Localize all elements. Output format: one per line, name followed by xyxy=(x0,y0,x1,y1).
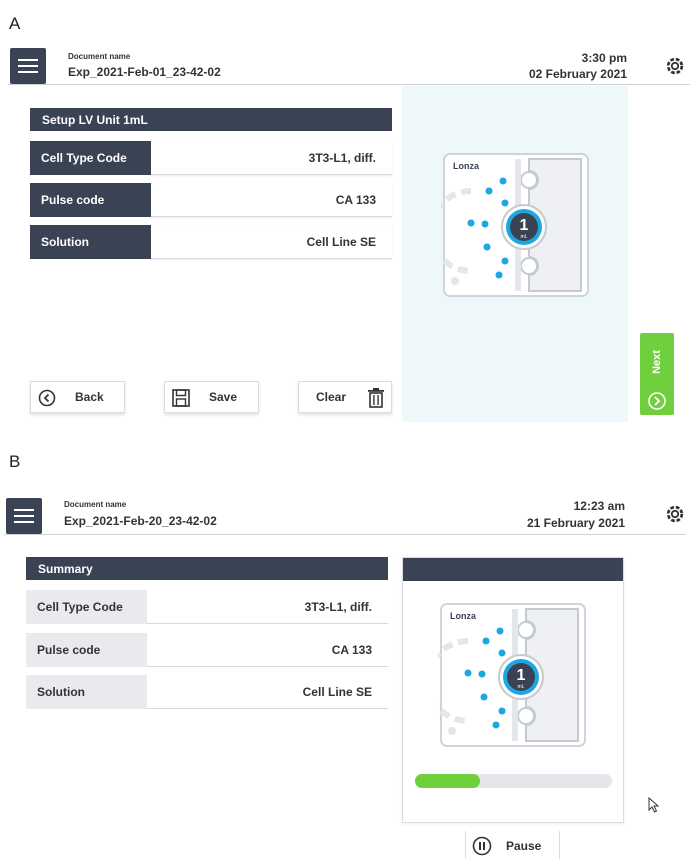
row-value: 3T3-L1, diff. xyxy=(147,590,388,624)
next-arrow-icon xyxy=(648,392,666,410)
next-label: Next xyxy=(651,350,663,374)
menu-icon-line xyxy=(14,521,34,523)
clock-time: 12:23 am xyxy=(573,499,625,513)
save-button[interactable]: Save xyxy=(164,381,259,413)
row-value: CA 133 xyxy=(151,183,392,217)
clock-date: 21 February 2021 xyxy=(526,516,625,530)
mouse-cursor-icon xyxy=(648,797,660,813)
back-label: Back xyxy=(75,390,104,404)
row-label: Cell Type Code xyxy=(26,590,147,624)
back-arrow-icon xyxy=(38,389,56,407)
document-name: Exp_2021-Feb-01_23-42-02 xyxy=(68,65,221,79)
save-icon xyxy=(172,389,190,407)
table-row[interactable]: Solution Cell Line SE xyxy=(30,225,392,259)
menu-button[interactable] xyxy=(10,48,46,84)
pause-icon xyxy=(472,836,492,856)
trash-icon xyxy=(368,388,384,408)
pause-button[interactable]: Pause xyxy=(465,831,560,859)
top-bar: Document name Exp_2021-Feb-01_23-42-02 3… xyxy=(8,47,690,85)
row-value: 3T3-L1, diff. xyxy=(151,141,392,175)
menu-icon-line xyxy=(18,65,38,67)
table-row[interactable]: Pulse code CA 133 xyxy=(30,183,392,217)
cuvette-illustration: 1 mL Lonza xyxy=(438,603,586,747)
document-name-label: Document name xyxy=(64,500,127,509)
cuvette-brand: Lonza xyxy=(453,161,480,171)
menu-icon xyxy=(14,509,34,511)
gear-icon[interactable] xyxy=(664,55,686,77)
menu-button[interactable] xyxy=(6,498,42,534)
progress-bar xyxy=(415,774,612,788)
menu-icon xyxy=(18,59,38,61)
cuvette-unit: mL xyxy=(518,684,525,690)
row-value: Cell Line SE xyxy=(151,225,392,259)
clear-button[interactable]: Clear xyxy=(298,381,392,413)
menu-icon-line xyxy=(18,71,38,73)
cuvette-unit: mL xyxy=(521,234,528,240)
menu-icon-line xyxy=(14,515,34,517)
row-label: Pulse code xyxy=(26,633,147,667)
table-row: Solution Cell Line SE xyxy=(26,675,388,709)
progress-bar-fill xyxy=(415,774,480,788)
table-row[interactable]: Cell Type Code 3T3-L1, diff. xyxy=(30,141,392,175)
row-label: Pulse code xyxy=(30,183,151,217)
progress-card-header xyxy=(403,558,623,581)
clock-date: 02 February 2021 xyxy=(528,67,627,81)
clear-label: Clear xyxy=(316,390,347,404)
cuvette-brand: Lonza xyxy=(450,611,477,621)
row-label: Cell Type Code xyxy=(30,141,151,175)
row-value: Cell Line SE xyxy=(147,675,388,709)
cuvette-volume: 1 xyxy=(520,217,529,234)
table-row: Pulse code CA 133 xyxy=(26,633,388,667)
panel-label-a: A xyxy=(9,14,21,33)
save-label: Save xyxy=(209,390,238,404)
cuvette-illustration: 1 mL Lonza xyxy=(441,153,589,297)
document-name: Exp_2021-Feb-20_23-42-02 xyxy=(64,514,217,528)
section-title: Summary xyxy=(26,557,388,580)
cuvette-volume: 1 xyxy=(517,667,526,684)
pause-label: Pause xyxy=(506,839,542,853)
document-name-label: Document name xyxy=(68,52,131,61)
clock-time: 3:30 pm xyxy=(581,51,627,65)
next-button[interactable]: Next xyxy=(640,333,674,415)
row-value: CA 133 xyxy=(147,633,388,667)
row-label: Solution xyxy=(26,675,147,709)
table-row: Cell Type Code 3T3-L1, diff. xyxy=(26,590,388,624)
back-button[interactable]: Back xyxy=(30,381,125,413)
top-bar: Document name Exp_2021-Feb-20_23-42-02 1… xyxy=(4,497,686,535)
row-label: Solution xyxy=(30,225,151,259)
gear-icon[interactable] xyxy=(664,503,686,525)
section-title: Setup LV Unit 1mL xyxy=(30,108,392,131)
panel-label-b: B xyxy=(9,452,21,471)
